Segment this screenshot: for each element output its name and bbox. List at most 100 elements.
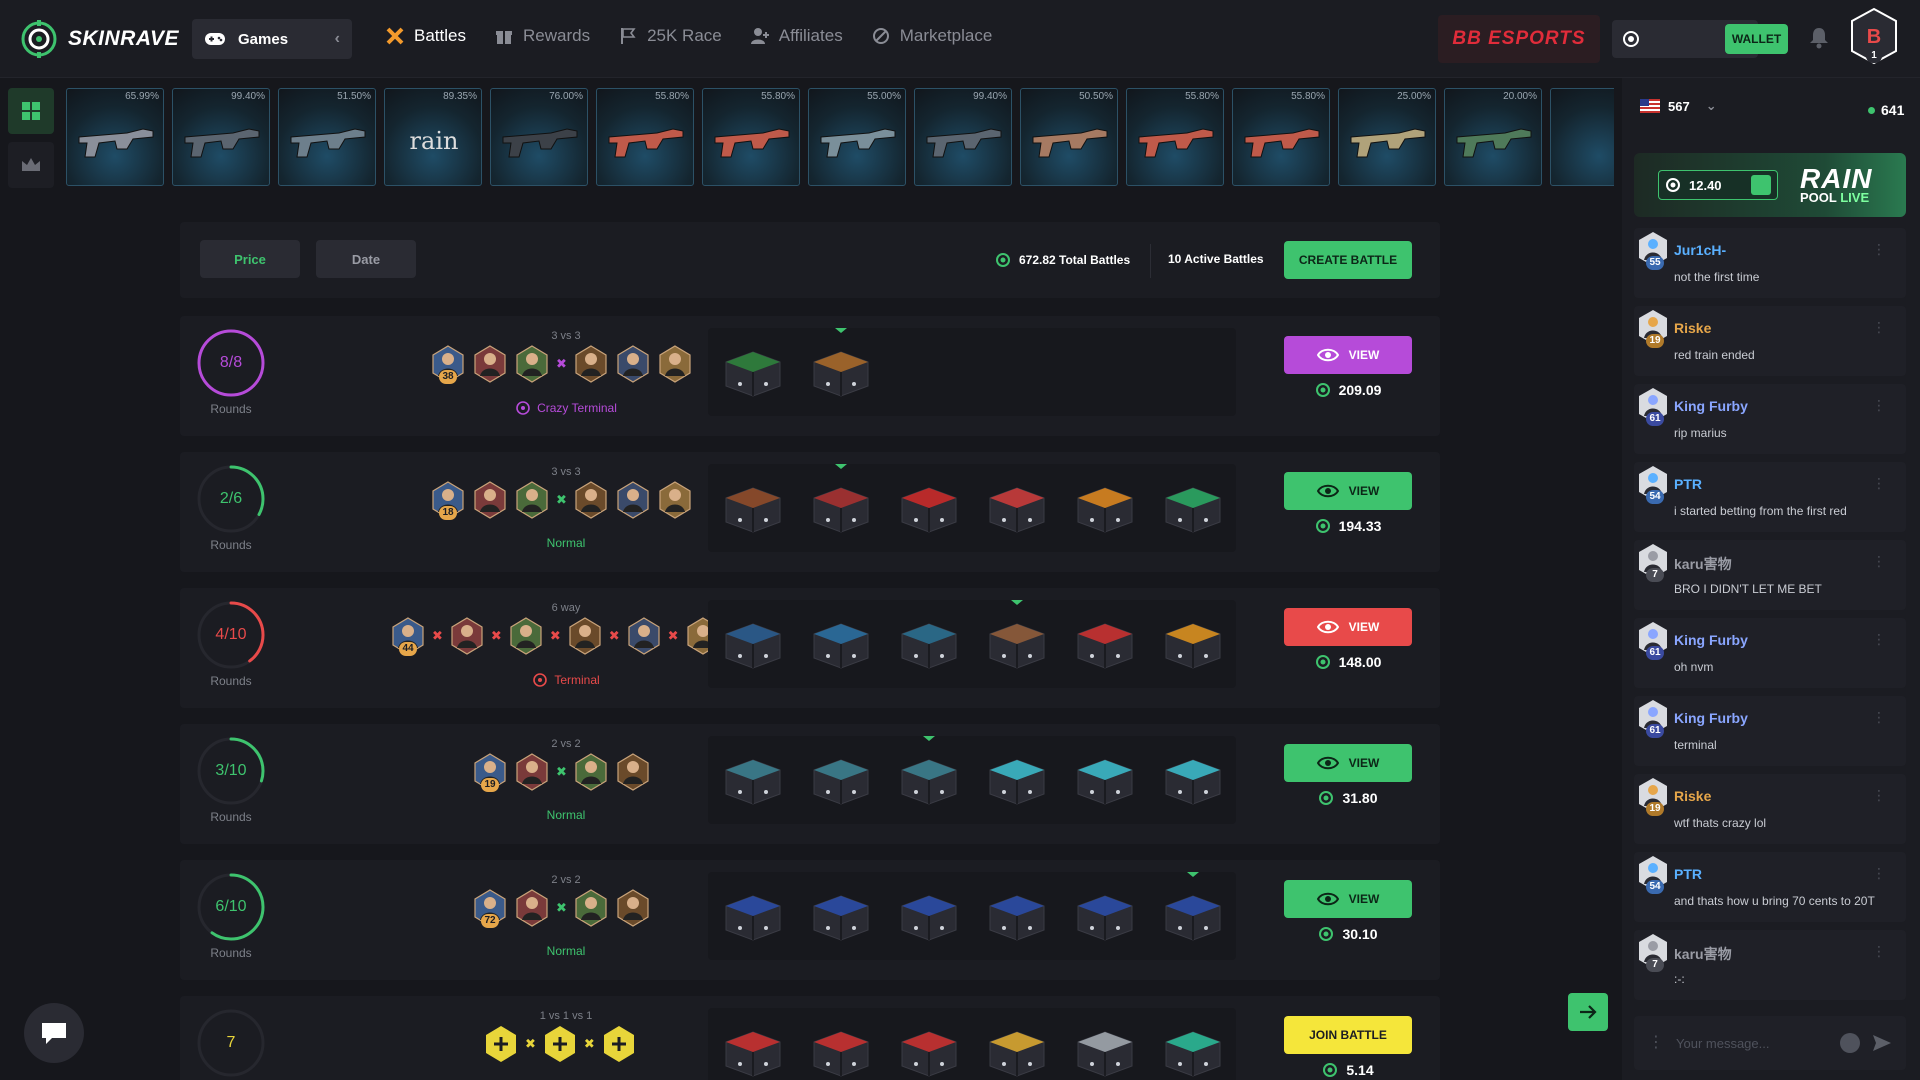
rain-amount-box[interactable]: 12.40 [1658, 170, 1778, 200]
case-icon[interactable] [1160, 884, 1226, 946]
live-drop-item[interactable]: 99.40% [914, 88, 1012, 186]
empty-slot[interactable] [601, 1024, 637, 1064]
player-avatar[interactable] [567, 616, 603, 656]
chat-username[interactable]: Riske [1674, 320, 1711, 336]
nav-link-rewards[interactable]: Rewards [494, 26, 590, 46]
chat-input-box[interactable]: ⋮ Your message... [1634, 1016, 1906, 1070]
live-drop-item[interactable]: 55.00% [808, 88, 906, 186]
live-drop-item[interactable]: 20.00% [1444, 88, 1542, 186]
live-drop-item[interactable] [1550, 88, 1614, 186]
case-icon[interactable] [984, 748, 1050, 810]
chat-username[interactable]: Jur1cH- [1674, 242, 1726, 258]
sort-price-button[interactable]: Price [200, 240, 300, 278]
case-icon[interactable] [1160, 748, 1226, 810]
case-icon[interactable] [808, 612, 874, 674]
more-options-icon[interactable]: ⋮ [1872, 476, 1886, 490]
player-avatar[interactable] [514, 344, 550, 384]
chat-avatar[interactable]: 54 [1636, 464, 1670, 504]
more-options-icon[interactable]: ⋮ [1872, 320, 1886, 334]
chat-avatar[interactable]: 19 [1636, 308, 1670, 348]
player-avatar[interactable] [472, 344, 508, 384]
create-battle-button[interactable]: CREATE BATTLE [1284, 241, 1412, 279]
player-avatar[interactable]: 18 [430, 480, 466, 520]
case-icon[interactable] [1072, 476, 1138, 538]
chat-avatar[interactable]: 54 [1636, 854, 1670, 894]
chat-username[interactable]: PTR [1674, 476, 1702, 492]
player-avatar[interactable] [657, 344, 693, 384]
case-icon[interactable] [896, 1020, 962, 1080]
chat-avatar[interactable]: 61 [1636, 698, 1670, 738]
case-icon[interactable] [1072, 1020, 1138, 1080]
case-icon[interactable] [896, 884, 962, 946]
player-avatar[interactable] [514, 888, 550, 928]
view-battle-button[interactable]: VIEW [1284, 608, 1412, 646]
player-avatar[interactable]: 19 [472, 752, 508, 792]
chat-username[interactable]: karu害物 [1674, 554, 1732, 574]
chat-username[interactable]: karu害物 [1674, 944, 1732, 964]
case-icon[interactable] [984, 1020, 1050, 1080]
case-icon[interactable] [720, 884, 786, 946]
live-drop-item[interactable]: 55.80% [596, 88, 694, 186]
case-icon[interactable] [1160, 1020, 1226, 1080]
player-avatar[interactable] [472, 480, 508, 520]
case-icon[interactable] [808, 748, 874, 810]
live-drop-item[interactable]: 25.00% [1338, 88, 1436, 186]
case-icon[interactable] [984, 884, 1050, 946]
empty-slot[interactable] [483, 1024, 519, 1064]
view-battle-button[interactable]: VIEW [1284, 336, 1412, 374]
player-avatar[interactable] [615, 888, 651, 928]
case-icon[interactable] [808, 1020, 874, 1080]
case-icon[interactable] [1072, 748, 1138, 810]
chat-username[interactable]: King Furby [1674, 632, 1748, 648]
grid-view-tab[interactable] [8, 88, 54, 134]
live-drop-item[interactable]: 76.00% [490, 88, 588, 186]
more-options-icon[interactable]: ⋮ [1872, 632, 1886, 646]
player-avatar[interactable]: 44 [390, 616, 426, 656]
player-avatar[interactable] [573, 752, 609, 792]
chat-room-select[interactable]: 567 ⌄ [1640, 98, 1717, 114]
open-chat-button[interactable] [24, 1003, 84, 1063]
chat-avatar[interactable]: 55 [1636, 230, 1670, 270]
case-icon[interactable] [720, 1020, 786, 1080]
player-avatar[interactable] [508, 616, 544, 656]
view-battle-button[interactable]: VIEW [1284, 880, 1412, 918]
case-icon[interactable] [896, 476, 962, 538]
player-avatar[interactable] [449, 616, 485, 656]
nav-link-25k-race[interactable]: 25K Race [618, 26, 722, 46]
nav-link-battles[interactable]: Battles [385, 26, 466, 46]
chat-avatar[interactable]: 19 [1636, 776, 1670, 816]
wallet-button[interactable]: WALLET [1725, 24, 1788, 54]
player-avatar[interactable]: 72 [472, 888, 508, 928]
player-avatar[interactable] [615, 752, 651, 792]
case-icon[interactable] [720, 340, 786, 402]
live-drop-item[interactable]: 51.50% [278, 88, 376, 186]
user-avatar[interactable]: B 1 [1848, 7, 1900, 65]
sponsor-banner[interactable]: BB ESPORTS [1438, 15, 1600, 63]
chat-avatar[interactable]: 7 [1636, 932, 1670, 972]
case-icon[interactable] [808, 340, 874, 402]
live-drop-item[interactable]: 55.80% [1232, 88, 1330, 186]
case-icon[interactable] [720, 612, 786, 674]
more-options-icon[interactable]: ⋮ [1872, 866, 1886, 880]
player-avatar[interactable] [573, 344, 609, 384]
player-avatar[interactable] [573, 480, 609, 520]
empty-slot[interactable] [542, 1024, 578, 1064]
case-icon[interactable] [1072, 884, 1138, 946]
case-icon[interactable] [896, 612, 962, 674]
live-drop-item[interactable]: 89.35% rain [384, 88, 482, 186]
case-icon[interactable] [808, 884, 874, 946]
more-options-icon[interactable]: ⋮ [1872, 788, 1886, 802]
chat-username[interactable]: King Furby [1674, 710, 1748, 726]
nav-link-affiliates[interactable]: Affiliates [750, 26, 843, 46]
case-icon[interactable] [984, 612, 1050, 674]
player-avatar[interactable] [514, 480, 550, 520]
more-options-icon[interactable]: ⋮ [1872, 554, 1886, 568]
view-battle-button[interactable]: VIEW [1284, 744, 1412, 782]
join-battle-button[interactable]: JOIN BATTLE [1284, 1016, 1412, 1054]
chat-username[interactable]: PTR [1674, 866, 1702, 882]
send-icon[interactable] [1872, 1034, 1892, 1052]
chat-avatar[interactable]: 61 [1636, 620, 1670, 660]
more-options-icon[interactable]: ⋮ [1872, 242, 1886, 256]
player-avatar[interactable] [626, 616, 662, 656]
case-icon[interactable] [1160, 476, 1226, 538]
